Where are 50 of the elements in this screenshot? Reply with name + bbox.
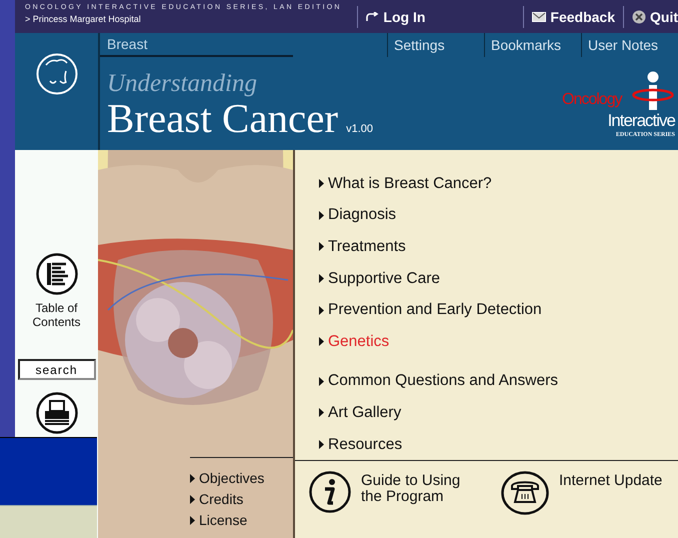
envelope-icon [532, 12, 546, 22]
version-label: v1.00 [346, 123, 374, 135]
menu-item[interactable]: Diagnosis [319, 200, 678, 232]
brand-name: Interactive [608, 111, 675, 131]
menu-item[interactable]: Genetics [319, 326, 678, 358]
nav-tab[interactable]: User Notes [581, 33, 678, 57]
feedback-button[interactable]: Feedback [523, 6, 623, 28]
return-arrow-icon [366, 12, 380, 22]
menu-item[interactable]: Prevention and Early Detection [319, 294, 678, 326]
menu-item[interactable]: Resources [319, 428, 678, 460]
telephone-icon [501, 471, 549, 516]
guide-link[interactable]: Guide to Using the Program [361, 473, 473, 506]
search-button[interactable]: search [18, 359, 96, 380]
bullet-icon [319, 210, 324, 220]
bullet-icon [319, 274, 324, 284]
bullet-icon [319, 179, 324, 188]
bullet-icon [319, 337, 324, 346]
table-of-contents-label[interactable]: Table of Contents [22, 301, 92, 329]
bullet-icon [319, 242, 324, 252]
footer-link[interactable]: Objectives [190, 470, 293, 486]
close-icon [632, 10, 646, 24]
menu-item[interactable]: Treatments [319, 231, 678, 263]
bullet-icon [319, 376, 324, 386]
bullet-icon [319, 306, 324, 315]
update-link[interactable]: Internet Update [559, 473, 662, 490]
printer-icon[interactable] [36, 392, 78, 434]
hospital-name: > Princess Margaret Hospital [25, 14, 142, 24]
bullet-icon [319, 440, 324, 450]
info-logo-icon [632, 71, 674, 111]
menu-item[interactable]: What is Breast Cancer? [319, 168, 678, 200]
bullet-icon [190, 494, 195, 504]
menu-item[interactable]: Supportive Care [319, 262, 678, 294]
menu-item[interactable]: Art Gallery [319, 397, 678, 429]
subtitle: Understanding [107, 71, 257, 97]
bullet-icon [190, 516, 195, 524]
bullet-icon [190, 474, 195, 482]
info-icon [309, 471, 351, 514]
footer-link[interactable]: License [190, 512, 293, 528]
section-tab[interactable]: Breast [100, 33, 293, 57]
app-title: Breast Cancer [107, 97, 338, 139]
nav-tab[interactable]: Settings [387, 33, 484, 57]
brand-name: Oncology [562, 91, 622, 109]
table-of-contents-icon[interactable] [36, 253, 78, 295]
quit-button[interactable]: Quit [623, 6, 678, 28]
menu-item[interactable]: Common Questions and Answers [319, 366, 678, 398]
footer-link[interactable]: Credits [190, 491, 293, 507]
bullet-icon [319, 408, 324, 418]
figure-logo-icon [36, 53, 78, 95]
nav-tab[interactable]: Bookmarks [484, 33, 581, 57]
login-button[interactable]: Log In [357, 6, 434, 28]
